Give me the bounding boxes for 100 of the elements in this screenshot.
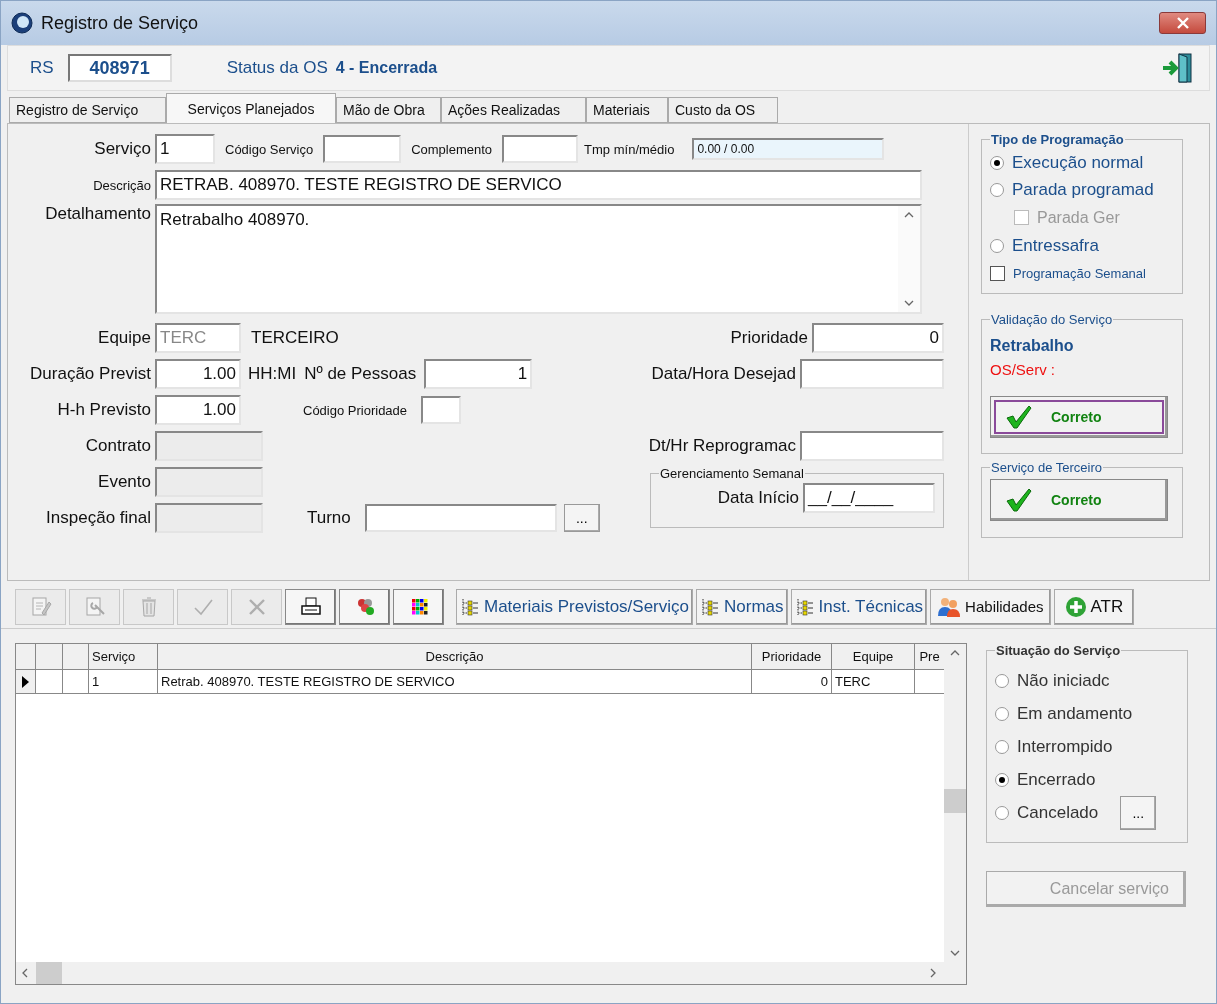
text-field[interactable]: 1.00 — [155, 359, 241, 389]
toolbar-button[interactable]: ATR — [1053, 588, 1135, 625]
text-field[interactable] — [800, 431, 944, 461]
radio-button[interactable] — [995, 805, 1009, 820]
table-cell: Retrab. 408970. TESTE REGISTRO DE SERVICO — [158, 670, 752, 694]
people-icon — [937, 595, 962, 618]
radio-button[interactable] — [990, 155, 1004, 170]
column-header[interactable] — [63, 644, 89, 670]
option-label: Interrompido — [1017, 736, 1113, 757]
scroll-up-icon[interactable] — [904, 212, 914, 218]
text-field[interactable] — [800, 359, 944, 389]
field-label: Data Início — [717, 488, 799, 508]
close-icon — [1176, 17, 1189, 29]
option-label: Cancelado — [1017, 802, 1099, 823]
field-label: Duração Previst — [29, 364, 151, 384]
field-label: Prioridade — [730, 328, 808, 348]
vertical-scrollbar[interactable] — [944, 644, 966, 962]
text-field[interactable] — [421, 396, 462, 424]
text-field[interactable]: 1 — [155, 134, 215, 164]
field-label: Dt/Hr Reprogramac — [648, 436, 796, 456]
tab[interactable]: Custo da OS — [668, 97, 778, 123]
radio-button[interactable] — [995, 706, 1009, 721]
toolbar-button[interactable] — [339, 588, 390, 625]
field-label: Data/Hora Desejad — [651, 364, 796, 384]
scroll-thumb[interactable] — [944, 789, 966, 813]
text-field[interactable] — [364, 504, 557, 532]
tab[interactable]: Serviços Planejados — [166, 93, 336, 123]
tab[interactable]: Ações Realizadas — [441, 97, 586, 123]
scroll-left-icon[interactable] — [22, 968, 28, 978]
validation-note: OS/Serv : — [990, 361, 1057, 378]
scroll-right-icon[interactable] — [930, 968, 936, 978]
text-field[interactable]: 1.00 — [155, 395, 241, 425]
scroll-up-icon[interactable] — [950, 650, 960, 656]
tab[interactable]: Materiais — [586, 97, 668, 123]
group-title: Tipo de Programação — [990, 132, 1125, 147]
scroll-down-icon[interactable] — [904, 300, 914, 306]
tree-list-icon — [460, 596, 480, 617]
app-orb-icon — [11, 12, 33, 34]
radio-button[interactable] — [990, 238, 1004, 253]
tree-list-icon — [700, 596, 720, 617]
checkmark-icon — [1005, 404, 1033, 430]
column-header[interactable]: Serviço — [89, 644, 158, 670]
correct-button[interactable]: Correto — [990, 479, 1168, 521]
text-field[interactable]: 0.00 / 0.00 — [692, 138, 885, 160]
status-label: Status da OS — [226, 58, 328, 78]
table-cell — [63, 670, 89, 694]
column-header[interactable]: Pre — [915, 644, 944, 670]
field-label: Equipe — [97, 328, 151, 348]
toolbar-button[interactable]: Normas — [696, 588, 788, 625]
radio-button[interactable] — [995, 772, 1009, 787]
browse-button[interactable]: ... — [563, 504, 600, 532]
toolbar-button[interactable] — [393, 588, 444, 625]
group-title: Gerenciamento Semanal — [659, 466, 805, 481]
scroll-down-icon[interactable] — [950, 950, 960, 956]
radio-button[interactable] — [995, 673, 1009, 688]
field-label: Inspeção final — [45, 508, 151, 528]
text-area[interactable]: Retrabalho 408970. — [155, 204, 922, 314]
option-label: Execução normal — [1012, 152, 1144, 173]
table-cell — [36, 670, 63, 694]
field-label: Detalhamento — [44, 204, 151, 224]
window-title: Registro de Serviço — [41, 12, 199, 34]
radio-button[interactable] — [990, 182, 1004, 197]
horizontal-scrollbar[interactable] — [16, 962, 966, 984]
radio-button[interactable] — [995, 739, 1009, 754]
table-cell: 1 — [89, 670, 158, 694]
text-field[interactable]: __/__/____ — [803, 483, 935, 513]
option-label: Parada programad — [1012, 179, 1154, 200]
scroll-thumb[interactable] — [36, 962, 62, 984]
option-label: Encerrado — [1017, 769, 1096, 790]
text-field[interactable]: 1 — [424, 359, 533, 389]
column-header[interactable]: Equipe — [832, 644, 915, 670]
group-title: Serviço de Terceiro — [990, 460, 1104, 475]
option-label: Não iniciadc — [1017, 670, 1110, 691]
toolbar-button[interactable]: Materiais Previstos/Serviço — [456, 588, 693, 625]
tab[interactable]: Registro de Serviço — [9, 97, 166, 123]
exit-door-icon[interactable] — [1161, 51, 1195, 85]
more-button[interactable]: ... — [1120, 795, 1157, 830]
tree-list-icon — [794, 596, 815, 617]
option-label: Programação Semanal — [1013, 266, 1146, 281]
column-header[interactable]: Prioridade — [752, 644, 832, 670]
text-field[interactable]: RETRAB. 408970. TESTE REGISTRO DE SERVICO — [155, 170, 922, 200]
correct-button[interactable]: Correto — [990, 396, 1168, 438]
text-field[interactable] — [502, 135, 579, 163]
tab[interactable]: Mão de Obra — [336, 97, 441, 123]
toolbar-button[interactable]: Habilidades — [930, 588, 1051, 625]
rs-field[interactable]: 408971 — [67, 54, 172, 82]
checkbox[interactable] — [990, 266, 1005, 281]
field-label: Descrição — [92, 177, 151, 193]
field-label: Contrato — [84, 436, 151, 456]
toolbar-button[interactable]: Inst. Técnicas — [790, 588, 928, 625]
row-header[interactable] — [16, 670, 36, 694]
text-field[interactable] — [323, 135, 402, 163]
team-name: TERCEIRO — [251, 328, 339, 348]
column-header[interactable]: Descrição — [158, 644, 752, 670]
option-label: Em andamento — [1017, 703, 1133, 724]
status-value: 4 - Encerrada — [335, 59, 438, 77]
group-title: Validação do Serviço — [990, 312, 1114, 327]
close-button[interactable] — [1159, 12, 1206, 34]
toolbar-button[interactable] — [285, 588, 336, 625]
text-field[interactable]: 0 — [812, 323, 944, 353]
